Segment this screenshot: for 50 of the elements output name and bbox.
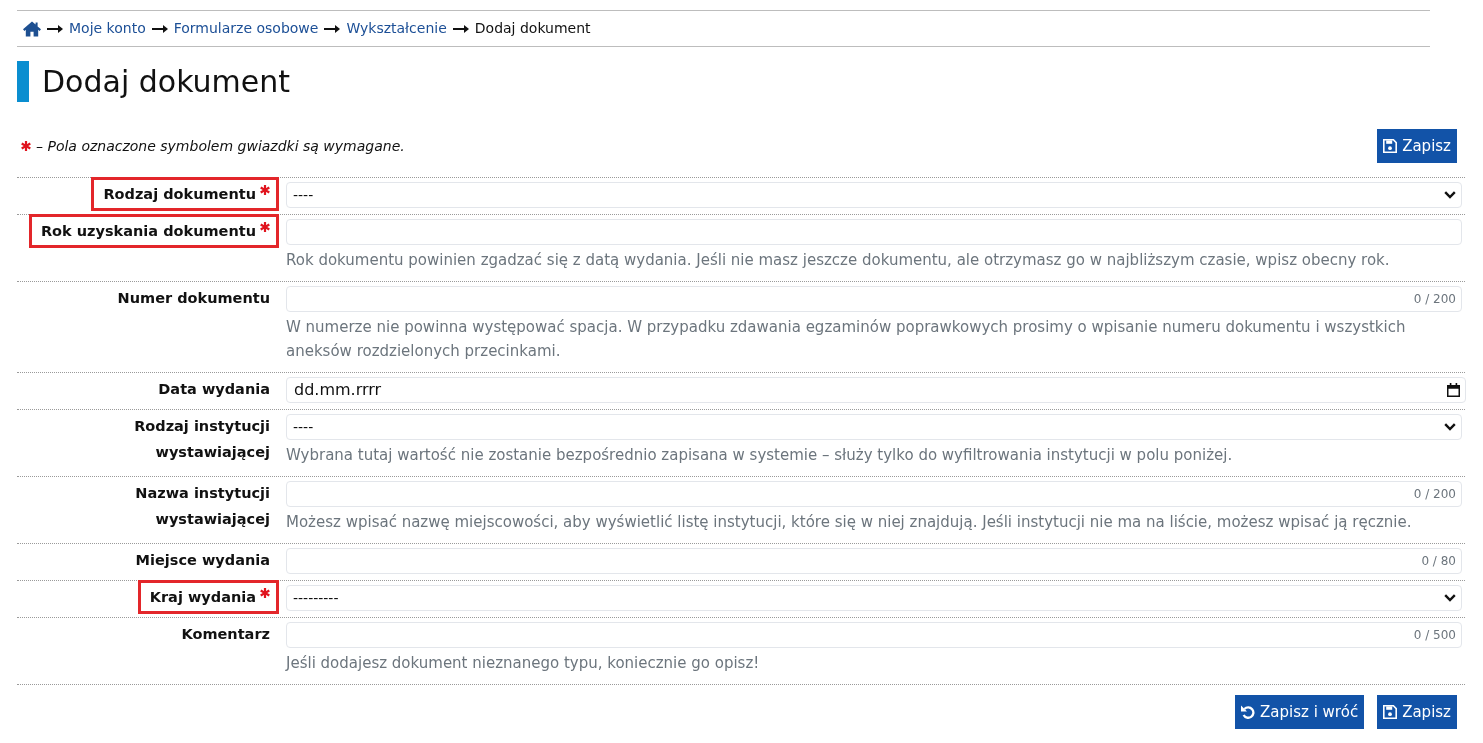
- field-label: Komentarz: [181, 625, 270, 644]
- date-field[interactable]: dd.mm.rrrr: [286, 377, 1466, 403]
- field-label: Kraj wydania: [149, 588, 256, 607]
- character-counter: 0 / 80: [1421, 553, 1456, 570]
- character-counter: 0 / 200: [1413, 486, 1456, 503]
- field-hint: Wybrana tutaj wartość nie zostanie bezpośrednio zapisana w systemie – służy tylko do wyfiltrowania instytucji w polu poniżej.: [286, 445, 1234, 466]
- arrow-icon: [452, 24, 469, 33]
- field-hint: Jeśli dodajesz dokument nieznanego typu, koniecznie go opisz!: [286, 653, 761, 674]
- arrow-icon: [47, 24, 63, 33]
- text-field[interactable]: 0 / 200: [286, 481, 1462, 507]
- field-hint: Rok dokumentu powinien zgadzać się z datą wydania. Jeśli nie masz jeszcze dokumentu, ale otrzymasz go w najbliższym czasie, wpisz obecny rok.: [286, 250, 1391, 271]
- required-note: – Pola oznaczone symbolem gwiazdki są wymagane.: [36, 136, 405, 156]
- calendar-icon[interactable]: [1447, 383, 1460, 397]
- chevron-down-icon: [1444, 594, 1456, 602]
- field-label: Rodzaj dokumentu: [103, 185, 256, 204]
- select-field[interactable]: ----: [286, 414, 1462, 440]
- text-field[interactable]: 0 / 500: [286, 622, 1462, 648]
- text-field[interactable]: 0 / 200: [286, 286, 1462, 312]
- text-field[interactable]: 0 / 80: [286, 548, 1462, 574]
- breadcrumb-link[interactable]: Formularze osobowe: [173, 18, 319, 39]
- home-icon[interactable]: [23, 20, 41, 37]
- chevron-down-icon: [1444, 423, 1456, 431]
- page-title: Dodaj dokument: [42, 63, 291, 101]
- field-hint: Możesz wpisać nazwę miejscowości, aby wyświetlić listę instytucji, które się w niej znajdują. Jeśli instytucji nie ma na liście, możesz wpisać ją ręcznie.: [286, 512, 1413, 533]
- field-label: Rok uzyskania dokumentu: [40, 222, 256, 241]
- save-button[interactable]: Zapisz: [1377, 129, 1457, 163]
- character-counter: 0 / 200: [1413, 291, 1456, 308]
- asterisk-icon: [21, 141, 31, 151]
- breadcrumb-link[interactable]: Moje konto: [69, 18, 146, 39]
- field-label: Nazwa instytucji wystawiającej: [134, 484, 270, 529]
- breadcrumb-current: Dodaj dokument: [474, 19, 591, 38]
- arrow-icon: [151, 24, 168, 33]
- chevron-down-icon: [1444, 191, 1456, 199]
- field-hint: W numerze nie powinna występować spacja. W przypadku zdawania egzaminów poprawkowych prosimy o wpisanie numeru dokumentu i wszystkich aneksów rozdzielonych przecinkami.: [286, 317, 1407, 362]
- save-and-return-button[interactable]: Zapisz i wróć: [1235, 695, 1365, 729]
- field-label: Miejsce wydania: [135, 551, 270, 570]
- field-label: Rodzaj instytucji wystawiającej: [133, 417, 270, 462]
- text-field[interactable]: [286, 219, 1462, 245]
- save-button[interactable]: Zapisz: [1377, 695, 1457, 729]
- arrow-icon: [324, 24, 341, 33]
- select-field[interactable]: ----: [286, 182, 1462, 208]
- title-accent-bar: [17, 61, 29, 102]
- breadcrumb-link[interactable]: Wykształcenie: [346, 18, 447, 39]
- save-icon: [1383, 705, 1398, 719]
- save-icon: [1383, 139, 1398, 153]
- select-field[interactable]: ---------: [286, 585, 1462, 611]
- field-label: Numer dokumentu: [117, 289, 270, 308]
- undo-icon: [1241, 705, 1256, 719]
- field-label: Data wydania: [158, 380, 270, 399]
- character-counter: 0 / 500: [1413, 627, 1456, 644]
